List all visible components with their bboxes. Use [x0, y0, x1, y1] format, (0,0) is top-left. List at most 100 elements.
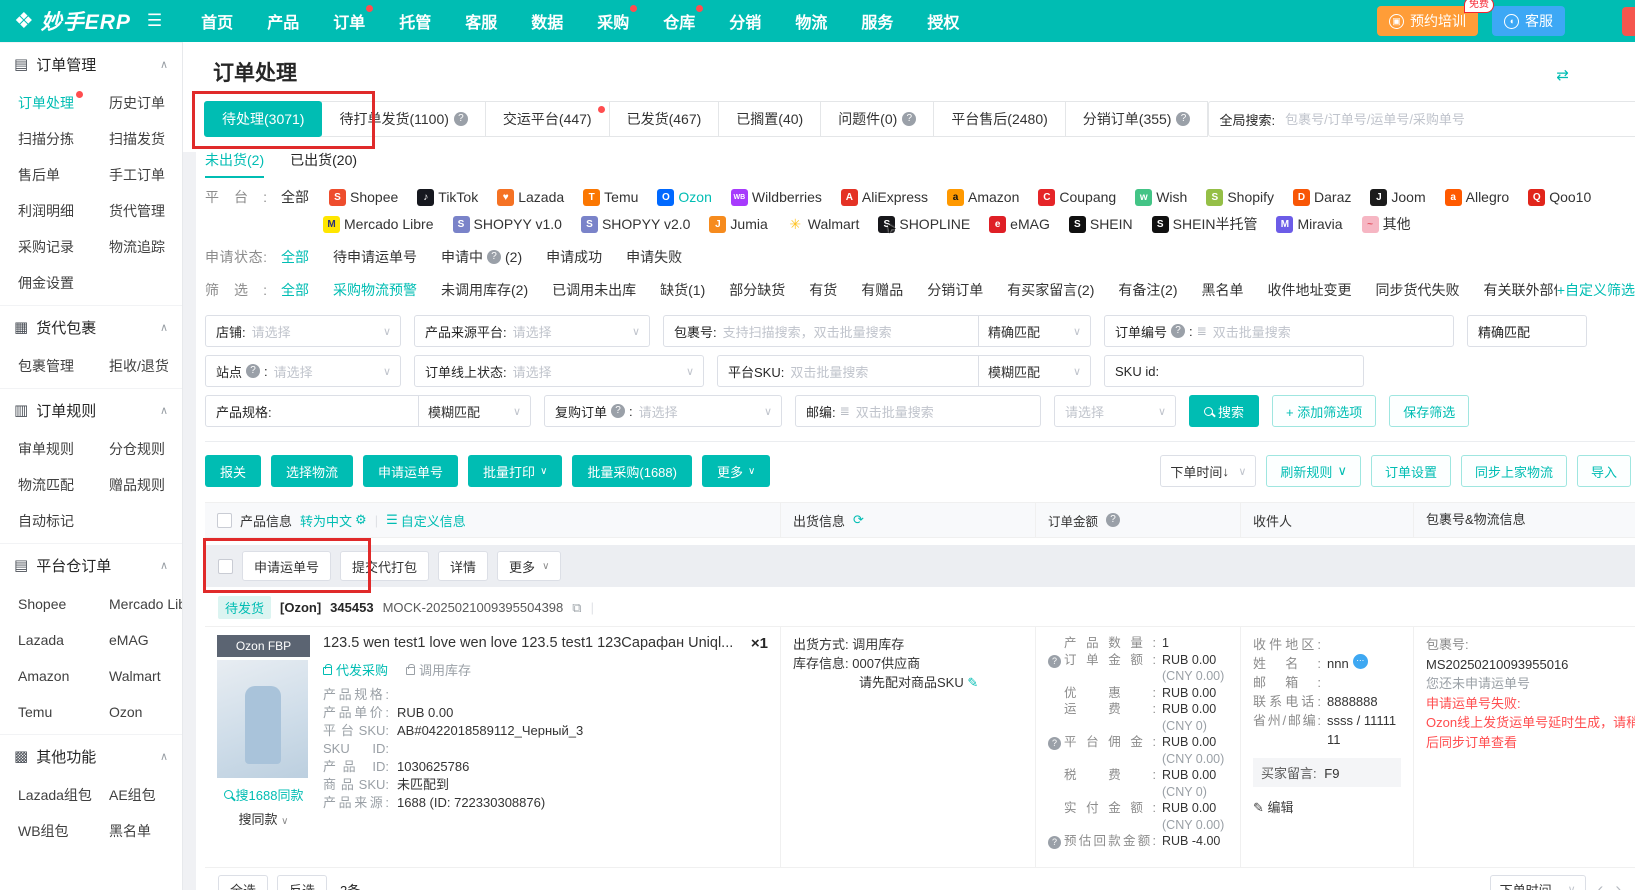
platform-item[interactable]: S SHEIN	[1069, 214, 1133, 234]
footer-sort-select[interactable]: 下单时间 ∨	[1490, 875, 1586, 890]
platform-item[interactable]: S SHOPYY v1.0	[453, 214, 562, 234]
top-menu-item[interactable]: 仓库	[663, 9, 695, 33]
platform-item[interactable]: S Shopee	[329, 189, 398, 206]
help-icon[interactable]: ?	[1176, 112, 1190, 126]
top-menu-item[interactable]: 授权	[927, 9, 959, 33]
save-filter-button[interactable]: 保存筛选	[1389, 395, 1469, 427]
app-logo[interactable]: ❖ 妙手ERP	[14, 6, 131, 36]
platform-item[interactable]: Q Qoo10	[1528, 189, 1591, 206]
platform-item[interactable]: ✳ Walmart	[787, 214, 860, 234]
sidebar-item[interactable]: 订单处理	[0, 85, 91, 121]
status-tab[interactable]: 待打单发货(1100) ?	[321, 101, 485, 137]
next-page-icon[interactable]: ›	[1615, 879, 1621, 890]
bulk-action-button[interactable]: 更多 ∨	[702, 455, 770, 487]
bulk-action-button[interactable]: 批量打印 ∨	[468, 455, 562, 487]
support-button[interactable]: ◖ 客服	[1492, 6, 1565, 36]
platform-item[interactable]: D Daraz	[1293, 189, 1351, 206]
translate-to-chinese-link[interactable]: 转为中文 ⚙	[300, 511, 367, 530]
collapse-arrow-icon[interactable]: ∧	[160, 58, 168, 71]
platform-item[interactable]: WB Wildberries	[731, 189, 822, 206]
search-same-link[interactable]: 搜同款 ∨	[217, 809, 310, 828]
filter-chip[interactable]: 同步货代失败	[1376, 280, 1460, 300]
sidebar-section-header[interactable]: ▤ 平台仓订单 ∧	[0, 544, 182, 586]
status-tab[interactable]: 待处理(3071)	[204, 101, 322, 137]
chat-icon[interactable]: ⋯	[1353, 654, 1368, 669]
shop-select[interactable]: 店铺: 请选择 ∨	[205, 315, 401, 347]
spec-field[interactable]: 产品规格: 模糊匹配 ∨	[205, 395, 531, 427]
row-action-button[interactable]: 更多 ∨	[497, 551, 561, 581]
filter-chip[interactable]: 分销订单	[927, 280, 983, 300]
filter-chip[interactable]: 未调用库存(2)	[441, 280, 528, 300]
sidebar-item[interactable]: 售后单	[0, 157, 91, 193]
sidebar-item[interactable]: Lazada组包	[0, 777, 91, 813]
product-title[interactable]: 123.5 wen test1 love wen love 123.5 test…	[323, 635, 733, 651]
add-filter-button[interactable]: + 添加筛选项	[1272, 395, 1376, 427]
sidebar-item[interactable]: AE组包	[91, 777, 182, 813]
sidebar-item[interactable]: 黑名单	[91, 813, 182, 849]
link-icon[interactable]: ⇄	[1556, 66, 1569, 84]
invert-selection-button[interactable]: 反选	[277, 875, 327, 890]
apply-status-chip[interactable]: 待申请运单号	[333, 247, 417, 267]
row-action-button[interactable]: 详情	[438, 551, 488, 581]
platform-item[interactable]: A AliExpress	[841, 189, 928, 206]
platform-item[interactable]: M Miravia	[1276, 214, 1342, 234]
help-icon[interactable]: ?	[1171, 324, 1185, 338]
platform-item[interactable]: ♪ TikTok	[417, 189, 478, 206]
order-no-field[interactable]: 订单编号 ?: ≣ 双击批量搜索	[1104, 315, 1454, 347]
filter-chip[interactable]: 有买家留言(2)	[1007, 280, 1094, 300]
sidebar-item[interactable]: 审单规则	[0, 431, 91, 467]
zip-mode-select[interactable]: 请选择 ∨	[1054, 395, 1176, 427]
package-no-field[interactable]: 包裹号: 支持扫描搜索，双击批量搜索 精确匹配 ∨	[663, 315, 1091, 347]
refresh-icon[interactable]: ⟳	[853, 512, 864, 528]
top-menu-item[interactable]: 首页	[201, 9, 233, 33]
sidebar-section-header[interactable]: ▥ 订单规则 ∧	[0, 389, 182, 431]
bulk-action-button[interactable]: 报关	[205, 455, 261, 487]
filter-chip[interactable]: 部分缺货	[729, 280, 785, 300]
sidebar-item[interactable]: 分仓规则	[91, 431, 182, 467]
sidebar-item[interactable]: 采购记录	[0, 229, 91, 265]
status-tab[interactable]: 已发货(467)	[609, 101, 720, 137]
platform-item[interactable]: ♥ Lazada	[497, 189, 564, 206]
top-menu-item[interactable]: 托管	[399, 9, 431, 33]
platform-item[interactable]: a Amazon	[947, 189, 1019, 206]
sidebar-item[interactable]: WB组包	[0, 813, 91, 849]
order-tool-button[interactable]: 同步上家物流	[1461, 455, 1567, 487]
help-icon[interactable]: ?	[1048, 836, 1061, 849]
help-icon[interactable]: ?	[246, 364, 260, 378]
sidebar-item[interactable]: Amazon	[0, 658, 91, 694]
row-action-button[interactable]: 申请运单号	[242, 551, 331, 581]
platform-all-link[interactable]: 全部	[281, 187, 309, 207]
top-menu-item[interactable]: 采购	[597, 9, 629, 33]
online-status-select[interactable]: 订单线上状态: 请选择 ∨	[414, 355, 704, 387]
collapse-arrow-icon[interactable]: ∧	[160, 404, 168, 417]
status-tab[interactable]: 分销订单(355) ?	[1065, 101, 1209, 137]
status-tab[interactable]: 交运平台(447)	[485, 101, 610, 137]
sidebar-item[interactable]: 佣金设置	[0, 265, 91, 301]
match-mode-select[interactable]: 模糊匹配 ∨	[418, 396, 530, 426]
zip-field[interactable]: 邮编: ≣ 双击批量搜索	[795, 395, 1041, 427]
copy-icon[interactable]: ⧉	[572, 600, 581, 616]
platform-item[interactable]: S SHOPLINE ➤	[878, 214, 970, 234]
dropship-purchase-link[interactable]: 代发采购	[323, 660, 388, 679]
apply-status-chip[interactable]: 全部	[281, 247, 309, 267]
top-menu-item[interactable]: 物流	[795, 9, 827, 33]
prev-page-icon[interactable]: ‹	[1598, 879, 1604, 890]
help-icon[interactable]: ?	[1048, 655, 1061, 668]
platform-item[interactable]: e eMAG	[989, 214, 1050, 234]
sidebar-section-header[interactable]: ▩ 其他功能 ∧	[0, 735, 182, 777]
site-select[interactable]: 站点?: 请选择 ∨	[205, 355, 401, 387]
help-icon[interactable]: ?	[1106, 513, 1120, 527]
status-tab[interactable]: 已搁置(40)	[718, 101, 821, 137]
collapse-arrow-icon[interactable]: ∧	[160, 559, 168, 572]
platform-item[interactable]: w Wish	[1135, 189, 1187, 206]
repurchase-select[interactable]: 复购订单?: 请选择 ∨	[544, 395, 782, 427]
edit-icon[interactable]: ✎	[967, 675, 978, 690]
sidebar-item[interactable]: 手工订单	[91, 157, 182, 193]
sidebar-item[interactable]: 拒收/退货	[91, 348, 182, 384]
filter-chip[interactable]: 缺货(1)	[660, 280, 705, 300]
platform-item[interactable]: S SHOPYY v2.0	[581, 214, 690, 234]
platform-item[interactable]: T Temu	[583, 189, 638, 206]
shipment-subtab[interactable]: 已出货(20)	[290, 150, 357, 178]
sidebar-item[interactable]: 自动标记	[0, 503, 91, 539]
shipment-subtab[interactable]: 未出货(2)	[205, 150, 264, 178]
